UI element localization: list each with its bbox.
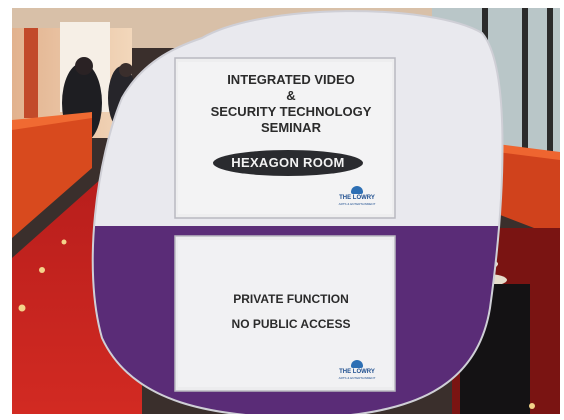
seminar-title-line-1: INTEGRATED VIDEO bbox=[227, 72, 355, 87]
lowry-logo-subtext: ARTS & ENTERTAINMENT bbox=[338, 202, 376, 206]
window-mullion bbox=[522, 8, 528, 158]
floor-light bbox=[18, 304, 26, 312]
scene-illustration bbox=[12, 8, 560, 414]
lowry-logo-text: THE LOWRY bbox=[339, 195, 375, 201]
floor-light bbox=[61, 239, 67, 245]
background-dark-pillar bbox=[24, 28, 38, 118]
lowry-logo-text: THE LOWRY bbox=[339, 369, 375, 375]
lowry-logo-icon bbox=[351, 360, 363, 368]
lowry-logo-upper: THE LOWRY ARTS & ENTERTAINMENT bbox=[336, 186, 378, 206]
floor-light bbox=[39, 267, 45, 273]
floor-light bbox=[529, 403, 535, 409]
seminar-title-line-3: SECURITY TECHNOLOGY bbox=[210, 104, 372, 119]
no-public-access-line: NO PUBLIC ACCESS bbox=[231, 317, 351, 331]
lowry-logo-lower: THE LOWRY ARTS & ENTERTAINMENT bbox=[336, 360, 378, 380]
person-head bbox=[119, 63, 133, 77]
window-mullion bbox=[547, 8, 553, 158]
seminar-title-line-4: SEMINAR bbox=[261, 120, 321, 135]
room-label: HEXAGON ROOM bbox=[213, 150, 363, 176]
photo-frame: INTEGRATED VIDEO & SECURITY TECHNOLOGY S… bbox=[12, 8, 560, 414]
lowry-logo-subtext: ARTS & ENTERTAINMENT bbox=[338, 376, 376, 380]
seminar-title-line-2: & bbox=[286, 88, 296, 103]
person-head bbox=[75, 57, 93, 75]
private-function-line: PRIVATE FUNCTION bbox=[233, 292, 349, 306]
lowry-logo-icon bbox=[351, 186, 363, 194]
